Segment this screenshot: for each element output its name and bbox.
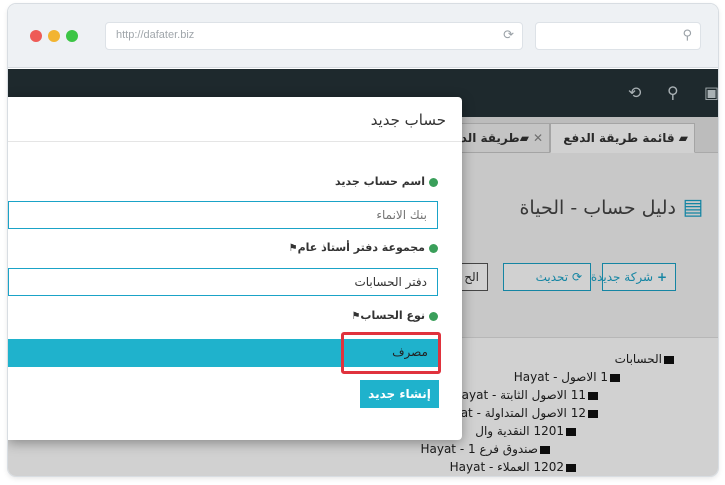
new-account-dialog: حساب جديد اسم حساب جديد مجموعة دفتر أستا… (8, 97, 462, 440)
flag-icon: ⚑ (288, 243, 298, 254)
create-new-button[interactable]: إنشاء جديد (360, 380, 439, 408)
browser-search-box[interactable]: ⚲ (535, 22, 701, 50)
close-window-dot[interactable] (30, 30, 42, 42)
account-type-label: نوع الحساب⚑ (348, 309, 438, 322)
browser-window: http://dafater.biz ⟳ ⚲ ⟲ ⚲ ▣ ▰ قائمة طري… (8, 4, 718, 476)
account-name-input[interactable] (8, 201, 438, 229)
url-text: http://dafater.biz (116, 29, 195, 41)
ledger-group-label-text: مجموعة دفتر أستاذ عام (297, 241, 425, 254)
info-icon (429, 177, 438, 187)
maximize-window-dot[interactable] (66, 30, 78, 42)
info-icon (429, 243, 438, 253)
account-type-label-text: نوع الحساب (360, 309, 425, 322)
highlight-box (341, 332, 441, 374)
dialog-title: حساب جديد (370, 111, 446, 129)
refresh-icon[interactable]: ⟳ (503, 28, 514, 43)
account-name-label-text: اسم حساب جديد (335, 175, 425, 188)
browser-chrome: http://dafater.biz ⟳ ⚲ (8, 4, 718, 68)
address-bar[interactable]: http://dafater.biz ⟳ (105, 22, 523, 50)
info-icon (429, 311, 438, 321)
account-name-label: اسم حساب جديد (335, 175, 438, 188)
ledger-group-label: مجموعة دفتر أستاذ عام⚑ (286, 241, 438, 254)
dialog-divider (8, 141, 462, 142)
search-icon: ⚲ (682, 28, 692, 43)
minimize-window-dot[interactable] (48, 30, 60, 42)
ledger-group-field[interactable]: دفتر الحسابات (8, 268, 438, 296)
